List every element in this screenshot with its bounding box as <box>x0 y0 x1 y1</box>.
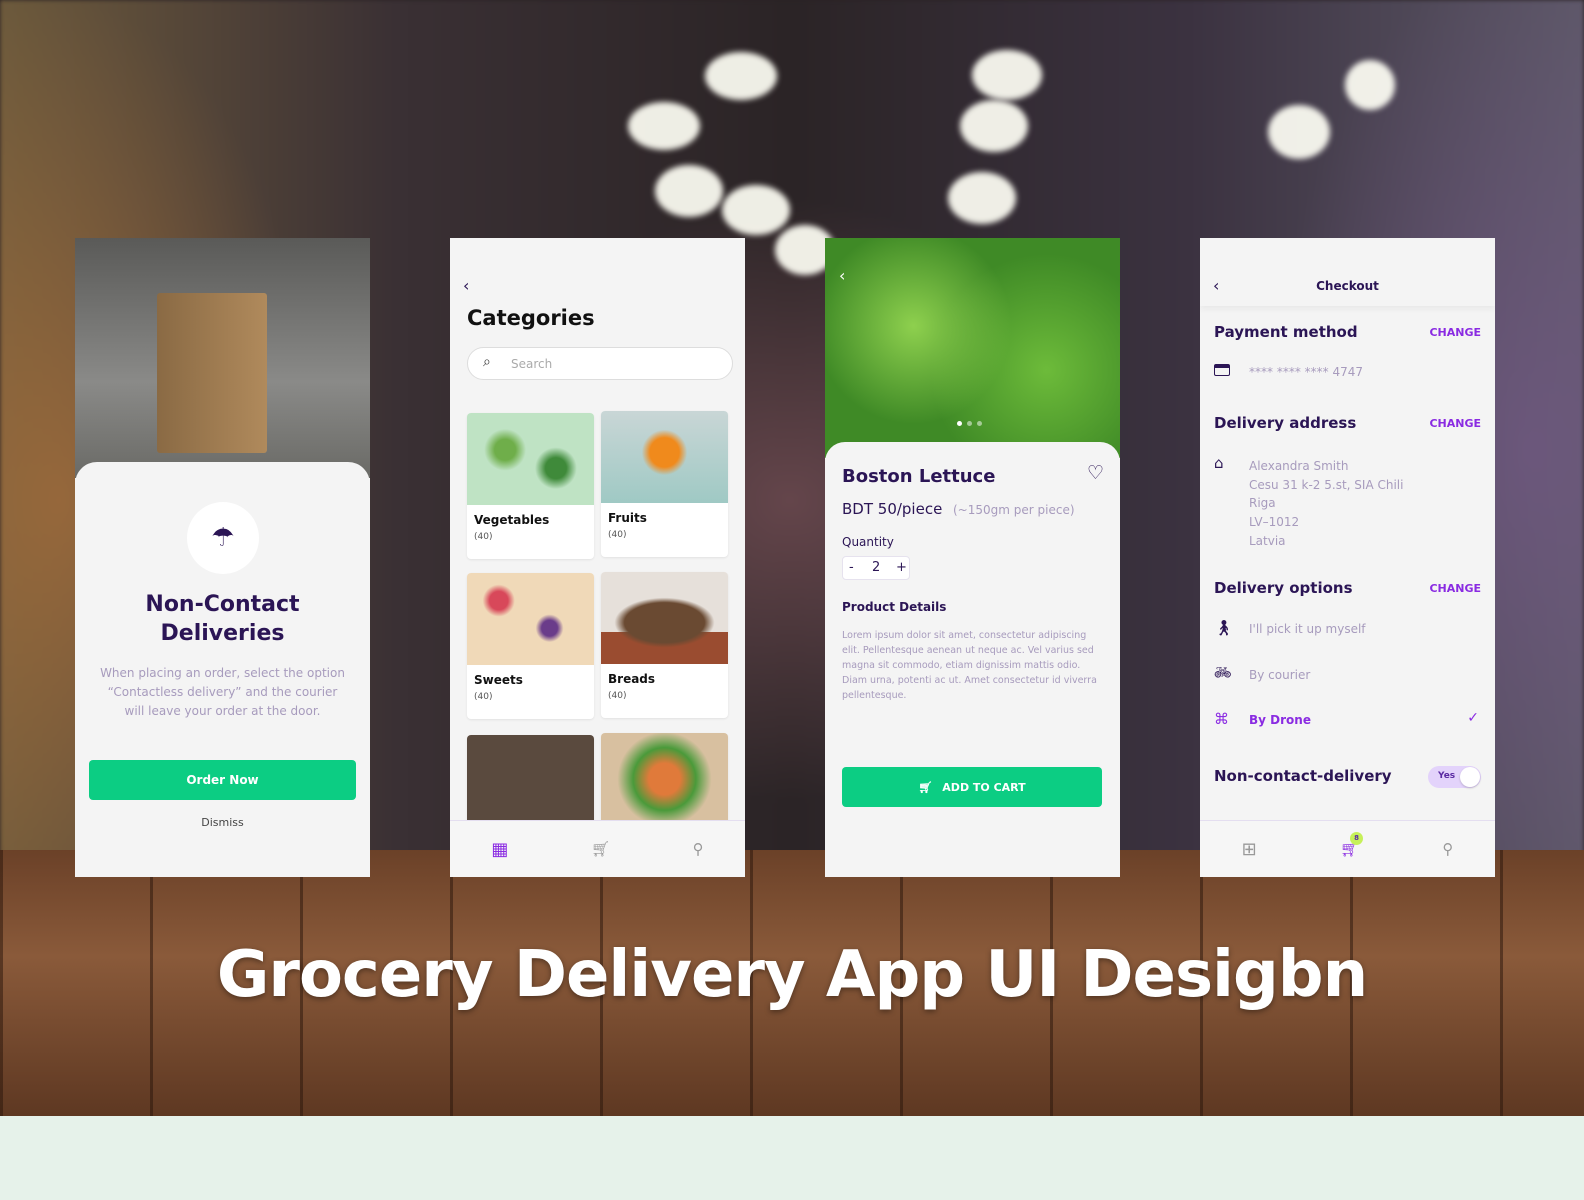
cart-icon: 🛒︎ <box>918 780 933 794</box>
drone-icon: ⌘ <box>1214 710 1229 728</box>
cart-icon[interactable]: 🛒︎ 8 <box>1340 832 1364 858</box>
category-count: (40) <box>474 532 493 542</box>
cart-badge: 8 <box>1350 832 1364 845</box>
cart-icon[interactable]: 🛒︎ <box>591 840 610 858</box>
category-count: (40) <box>474 692 493 702</box>
tab-bar: ⊞ 🛒︎ 8 ⚲ <box>1200 820 1495 877</box>
onboarding-description: When placing an order, select the option… <box>100 666 345 718</box>
address-line: LV–1012 <box>1249 515 1300 530</box>
category-image <box>467 573 594 665</box>
header: ‹ Checkout <box>1200 238 1495 306</box>
address-line: Cesu 31 k-2 5.st, SIA Chili <box>1249 477 1404 492</box>
category-fruits[interactable]: Fruits (40) <box>601 411 728 557</box>
checkout-screen: ‹ Checkout Payment method CHANGE **** **… <box>1200 238 1495 877</box>
change-options-button[interactable]: CHANGE <box>1429 582 1481 595</box>
option-courier[interactable]: By courier <box>1249 668 1310 682</box>
non-contact-title: Non-contact-delivery <box>1214 767 1392 785</box>
address-line: Alexandra Smith <box>1249 459 1349 473</box>
category-image <box>467 413 594 505</box>
ceiling-light <box>705 52 777 100</box>
category-vegetables[interactable]: Vegetables (40) <box>467 413 594 559</box>
category-name: Vegetables <box>474 513 550 527</box>
product-weight: (~150gm per piece) <box>953 503 1075 517</box>
address-line: Riga <box>1249 496 1276 511</box>
parachute-icon: ☂ <box>187 502 259 574</box>
search-input[interactable]: ⌕ Search <box>467 347 733 380</box>
change-payment-button[interactable]: CHANGE <box>1429 326 1481 339</box>
order-now-button[interactable]: Order Now <box>89 760 356 800</box>
back-icon[interactable]: ‹ <box>463 276 469 295</box>
heart-icon[interactable]: ♡ <box>1087 462 1104 484</box>
user-icon[interactable]: ⚲ <box>1442 840 1453 858</box>
hero-image-paper-bag <box>75 238 370 478</box>
grid-icon[interactable]: ▦ <box>491 839 508 860</box>
categories-screen: ‹ Categories ⌕ Search Vegetables (40) Fru… <box>450 238 745 877</box>
ceiling-light <box>972 50 1042 100</box>
option-drone[interactable]: By Drone <box>1249 713 1311 727</box>
category-name: Sweets <box>474 673 523 687</box>
increment-button[interactable]: + <box>896 560 907 575</box>
ceiling-light <box>1268 105 1330 159</box>
ceiling-light <box>1345 60 1395 110</box>
delivery-options-title: Delivery options <box>1214 579 1353 597</box>
product-panel: Boston Lettuce ♡ BDT 50/piece (~150gm pe… <box>825 442 1120 877</box>
toggle-label: Yes <box>1438 771 1456 781</box>
product-price: BDT 50/piece <box>842 500 943 518</box>
category-salad[interactable] <box>601 733 728 825</box>
add-to-cart-button[interactable]: 🛒︎ ADD TO CART <box>842 767 1102 807</box>
category-breads[interactable]: Breads (40) <box>601 572 728 718</box>
quantity-stepper: - 2 + <box>842 556 910 580</box>
ceiling-light <box>948 172 1016 224</box>
delivery-address-title: Delivery address <box>1214 414 1357 432</box>
back-icon[interactable]: ‹ <box>839 266 845 285</box>
change-address-button[interactable]: CHANGE <box>1429 417 1481 430</box>
category-image <box>601 411 728 503</box>
tab-bar: ▦ 🛒︎ ⚲ <box>450 820 745 877</box>
check-icon: ✓ <box>1467 710 1479 726</box>
payment-method-title: Payment method <box>1214 323 1358 341</box>
bicycle-icon: 🚲︎ <box>1214 665 1232 681</box>
home-icon: ⌂ <box>1214 454 1224 472</box>
product-details-text: Lorem ipsum dolor sit amet, consectetur … <box>842 630 1097 701</box>
category-name: Breads <box>608 672 656 686</box>
non-contact-toggle[interactable]: Yes <box>1428 766 1481 788</box>
ceiling-light <box>655 165 723 217</box>
page-title: Categories <box>467 306 595 330</box>
onboarding-panel: ☂ Non-Contact Deliveries When placing an… <box>75 462 370 877</box>
credit-card-icon <box>1214 364 1230 376</box>
search-icon: ⌕ <box>483 354 491 370</box>
ceiling-light <box>628 102 700 150</box>
grid-icon[interactable]: ⊞ <box>1242 839 1257 860</box>
image-pagination <box>957 421 982 426</box>
category-count: (40) <box>608 691 627 701</box>
footer-strip <box>0 1116 1584 1200</box>
product-details-title: Product Details <box>842 600 947 614</box>
onboarding-screen: ☂ Non-Contact Deliveries When placing an… <box>75 238 370 877</box>
search-placeholder: Search <box>511 357 553 371</box>
decrement-button[interactable]: - <box>849 560 854 575</box>
page-title: Checkout <box>1316 279 1379 293</box>
ceiling-light <box>722 185 790 235</box>
dismiss-link[interactable]: Dismiss <box>75 816 370 829</box>
category-name: Fruits <box>608 511 647 525</box>
add-to-cart-label: ADD TO CART <box>942 780 1026 794</box>
walking-icon: 🚶︎ <box>1214 619 1234 637</box>
category-coffee[interactable] <box>467 735 594 825</box>
category-image <box>601 572 728 664</box>
user-icon[interactable]: ⚲ <box>693 840 704 858</box>
category-count: (40) <box>608 530 627 540</box>
quantity-label: Quantity <box>842 535 894 549</box>
product-screen: ‹ Boston Lettuce ♡ BDT 50/piece (~150gm … <box>825 238 1120 877</box>
card-number: **** **** **** 4747 <box>1249 365 1363 379</box>
product-name: Boston Lettuce <box>842 466 996 487</box>
quantity-value: 2 <box>872 560 881 575</box>
onboarding-title: Non-Contact <box>145 592 300 617</box>
address-line: Latvia <box>1249 533 1286 548</box>
onboarding-title-2: Deliveries <box>160 621 285 646</box>
ceiling-light <box>960 100 1028 152</box>
option-pickup[interactable]: I'll pick it up myself <box>1249 622 1366 636</box>
category-sweets[interactable]: Sweets (40) <box>467 573 594 719</box>
headline: Grocery Delivery App UI Desigbn <box>216 938 1368 1012</box>
